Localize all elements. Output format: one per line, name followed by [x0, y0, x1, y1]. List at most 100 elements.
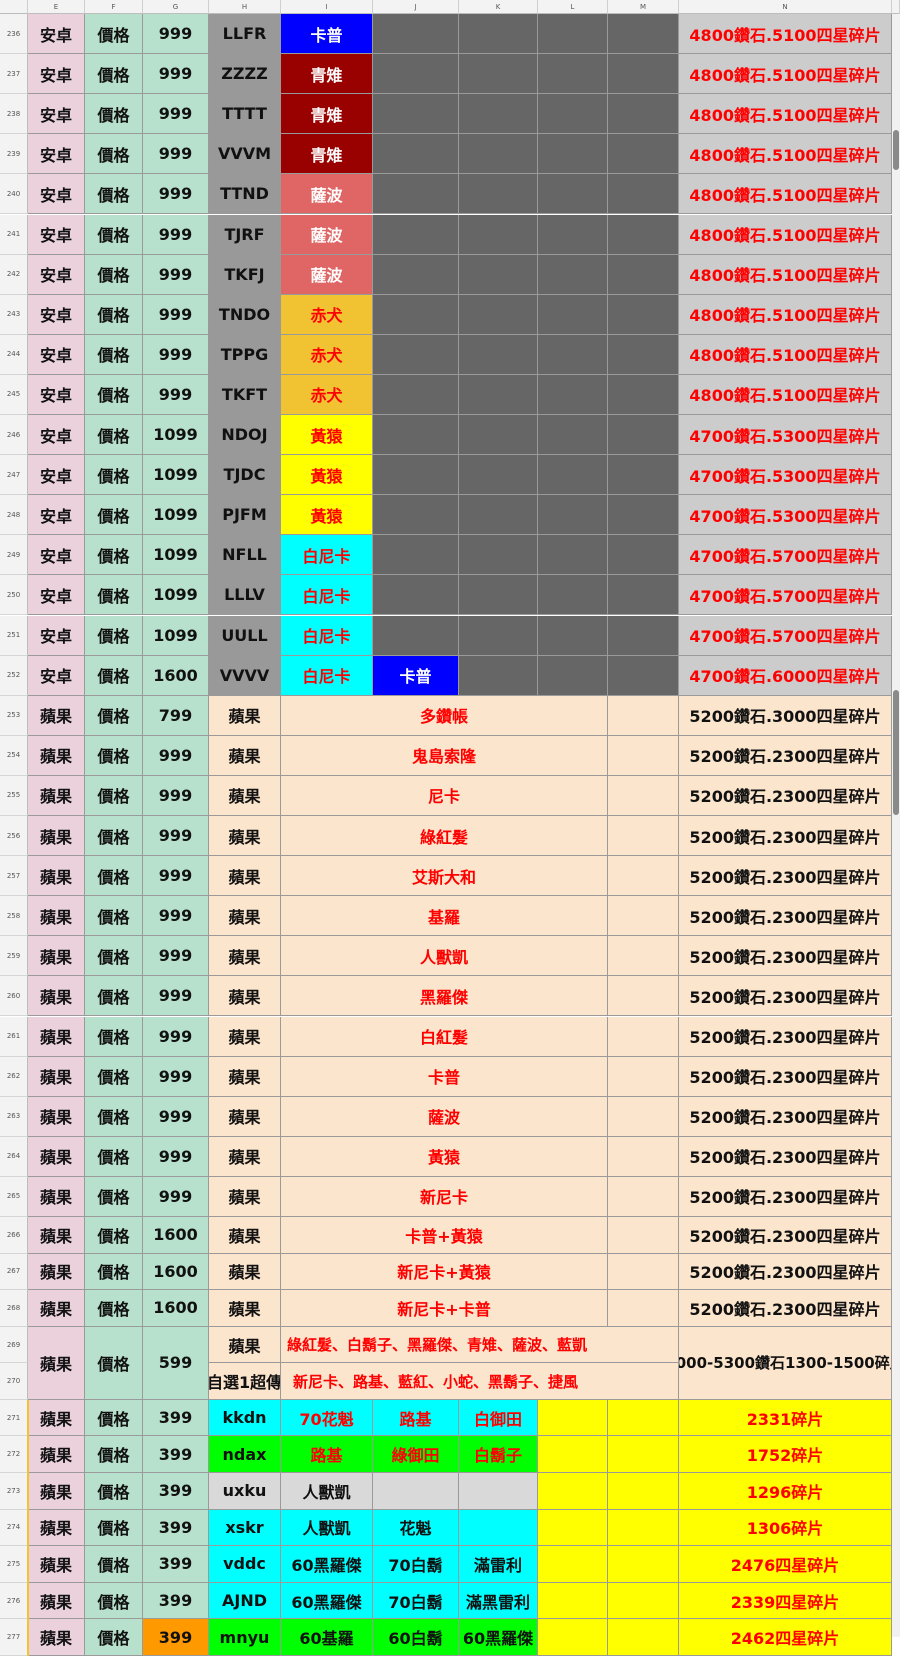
cell-n[interactable]: 4700鑽石.5700四星碎片: [679, 575, 892, 616]
cell-e[interactable]: 安卓: [28, 214, 85, 255]
cell-g[interactable]: 999: [143, 1096, 209, 1137]
cell-k[interactable]: 白鬍子: [459, 1436, 538, 1473]
cell-h[interactable]: 蘋果: [209, 1096, 281, 1137]
cell-n[interactable]: 1752碎片: [679, 1436, 892, 1473]
cell-h[interactable]: 蘋果: [209, 1056, 281, 1097]
cell-e[interactable]: 安卓: [28, 535, 85, 576]
cell-i-merged[interactable]: 黃猿: [281, 1136, 608, 1177]
cell-e[interactable]: 蘋果: [28, 1136, 85, 1177]
cell-m[interactable]: [608, 94, 679, 135]
cell-n[interactable]: 5200鑽石.2300四星碎片: [679, 1016, 892, 1057]
row-number[interactable]: 276: [0, 1582, 28, 1620]
cell-e[interactable]: 蘋果: [28, 816, 85, 857]
cell-f[interactable]: 價格: [85, 775, 143, 816]
cell-g[interactable]: 399: [143, 1509, 209, 1547]
column-header-g[interactable]: G: [143, 0, 209, 14]
cell-n[interactable]: 5200鑽石.2300四星碎片: [679, 1056, 892, 1097]
cell-i[interactable]: 赤犬: [281, 374, 373, 415]
cell-j[interactable]: 綠御田: [373, 1436, 459, 1473]
cell-m[interactable]: [608, 775, 679, 816]
cell-m[interactable]: [608, 214, 679, 255]
cell-k[interactable]: [459, 214, 538, 255]
cell-g[interactable]: 399: [143, 1399, 209, 1437]
cell-m[interactable]: [608, 976, 679, 1017]
cell-n[interactable]: 5200鑽石.2300四星碎片: [679, 896, 892, 937]
cell-f[interactable]: 價格: [85, 1473, 143, 1510]
cell-f[interactable]: 價格: [85, 14, 143, 55]
cell-i-merged[interactable]: 綠紅髮、白鬍子、黑羅傑、青雉、薩波、藍凱: [281, 1326, 679, 1364]
cell-f[interactable]: 價格: [85, 415, 143, 456]
cell-f[interactable]: 價格: [85, 856, 143, 897]
cell-n[interactable]: 4800鑽石.5100四星碎片: [679, 334, 892, 375]
cell-h[interactable]: kkdn: [209, 1399, 281, 1437]
cell-g[interactable]: 999: [143, 294, 209, 335]
cell-e[interactable]: 安卓: [28, 655, 85, 696]
cell-h[interactable]: TTND: [209, 174, 281, 215]
cell-g[interactable]: 999: [143, 976, 209, 1017]
column-header-k[interactable]: K: [459, 0, 538, 14]
cell-h[interactable]: 蘋果: [209, 816, 281, 857]
cell-l[interactable]: [538, 294, 608, 335]
cell-k[interactable]: 滿雷利: [459, 1546, 538, 1583]
row-number[interactable]: 266: [0, 1217, 28, 1254]
cell-m[interactable]: [608, 455, 679, 496]
cell-f[interactable]: 價格: [85, 936, 143, 977]
row-number[interactable]: 237: [0, 54, 28, 95]
cell-n[interactable]: 4800鑽石.5100四星碎片: [679, 134, 892, 175]
cell-k[interactable]: [459, 415, 538, 456]
row-number[interactable]: 277: [0, 1619, 28, 1656]
cell-j[interactable]: [373, 615, 459, 656]
cell-h[interactable]: TJDC: [209, 455, 281, 496]
cell-g[interactable]: 999: [143, 174, 209, 215]
cell-g[interactable]: 1099: [143, 535, 209, 576]
row-number[interactable]: 243: [0, 294, 28, 335]
cell-l[interactable]: [538, 1546, 608, 1583]
cell-k[interactable]: 60黑羅傑: [459, 1619, 538, 1656]
cell-g[interactable]: 999: [143, 1136, 209, 1177]
row-number[interactable]: 238: [0, 94, 28, 135]
cell-h[interactable]: 蘋果: [209, 976, 281, 1017]
row-number[interactable]: 265: [0, 1176, 28, 1217]
cell-j[interactable]: [373, 174, 459, 215]
row-number[interactable]: 240: [0, 174, 28, 215]
cell-g[interactable]: 1099: [143, 455, 209, 496]
cell-m[interactable]: [608, 14, 679, 55]
cell-f[interactable]: 價格: [85, 1136, 143, 1177]
cell-l[interactable]: [538, 575, 608, 616]
cell-n[interactable]: 4800鑽石.5100四星碎片: [679, 214, 892, 255]
cell-k[interactable]: [459, 174, 538, 215]
column-header-e[interactable]: E: [28, 0, 85, 14]
select-all-corner[interactable]: [0, 0, 28, 14]
cell-n[interactable]: 2331碎片: [679, 1399, 892, 1437]
cell-k[interactable]: 白御田: [459, 1399, 538, 1437]
cell-n[interactable]: 4700鑽石.6000四星碎片: [679, 655, 892, 696]
cell-j[interactable]: [373, 1473, 459, 1510]
cell-n[interactable]: 5200鑽石.2300四星碎片: [679, 976, 892, 1017]
cell-h[interactable]: NFLL: [209, 535, 281, 576]
column-header-h[interactable]: H: [209, 0, 281, 14]
cell-j[interactable]: [373, 94, 459, 135]
cell-f[interactable]: 價格: [85, 54, 143, 95]
cell-e[interactable]: 蘋果: [28, 1436, 85, 1473]
cell-f[interactable]: 價格: [85, 254, 143, 295]
row-number[interactable]: 241: [0, 214, 28, 255]
column-header-j[interactable]: J: [373, 0, 459, 14]
cell-n[interactable]: 5200鑽石.3000四星碎片: [679, 695, 892, 736]
cell-h[interactable]: 蘋果: [209, 1326, 281, 1364]
cell-n[interactable]: 4700鑽石.5300四星碎片: [679, 455, 892, 496]
cell-k[interactable]: [459, 1473, 538, 1510]
cell-i[interactable]: 薩波: [281, 174, 373, 215]
cell-m[interactable]: [608, 655, 679, 696]
cell-k[interactable]: [459, 294, 538, 335]
cell-e[interactable]: 安卓: [28, 94, 85, 135]
cell-i[interactable]: 黃猿: [281, 495, 373, 536]
cell-n[interactable]: 4700鑽石.5300四星碎片: [679, 495, 892, 536]
cell-i-merged[interactable]: 尼卡: [281, 775, 608, 816]
cell-i[interactable]: 青雉: [281, 134, 373, 175]
cell-g[interactable]: 1600: [143, 655, 209, 696]
cell-e[interactable]: 蘋果: [28, 695, 85, 736]
cell-e[interactable]: 安卓: [28, 334, 85, 375]
cell-e[interactable]: 蘋果: [28, 856, 85, 897]
cell-g[interactable]: 999: [143, 374, 209, 415]
cell-n[interactable]: 5200鑽石.2300四星碎片: [679, 936, 892, 977]
